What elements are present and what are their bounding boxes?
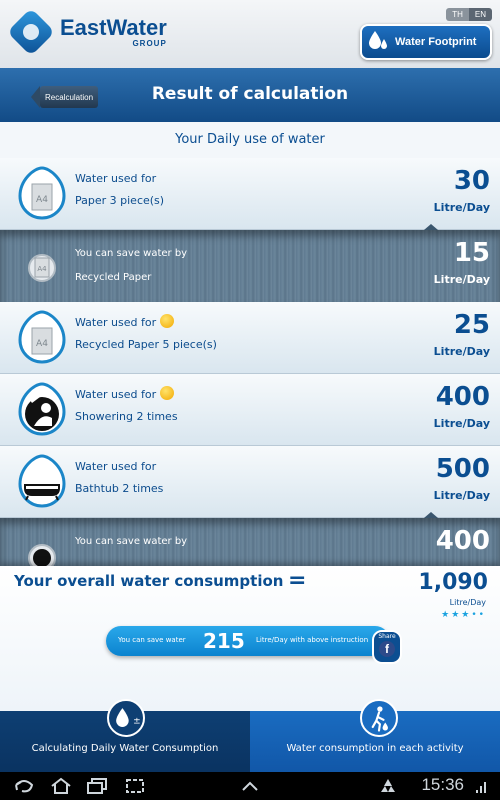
savings-banner: You can save water 215 Litre/Day with ab…	[106, 626, 390, 656]
paper-a4-icon: A4	[18, 310, 66, 364]
row-caption: You can save water by	[75, 248, 188, 259]
savings-suffix: Litre/Day with above instruction	[256, 636, 369, 644]
overall-summary: Your overall water consumption = 1,090 L…	[0, 566, 500, 711]
lang-en[interactable]: EN	[468, 8, 492, 21]
share-facebook-button[interactable]: Share f	[372, 630, 402, 664]
water-drop-logo-icon	[6, 7, 56, 57]
row-value: 30	[453, 166, 490, 196]
savings-prefix: You can save water	[118, 636, 186, 644]
paper-a4-icon: A4	[18, 166, 66, 220]
shower-icon	[28, 544, 56, 566]
overall-label: Your overall water consumption	[14, 572, 284, 590]
recent-apps-icon[interactable]	[86, 777, 108, 795]
page-title: Result of calculation	[151, 84, 349, 104]
eastwater-logo: EastWater GROUP	[6, 7, 167, 57]
row-caption: Water used for	[75, 460, 157, 473]
shower-icon	[18, 382, 66, 436]
row-activity: Recycled Paper 5 piece(s)	[75, 338, 217, 351]
bottom-tab-bar: ± Calculating Daily Water Consumption Wa…	[0, 699, 500, 772]
row-unit: Litre/Day	[433, 345, 490, 358]
equals-sign: =	[288, 568, 307, 593]
svg-text:±: ±	[133, 716, 141, 726]
svg-text:A4: A4	[37, 265, 47, 273]
row-caption: Water used for	[75, 314, 175, 330]
row-value: 400	[435, 526, 490, 556]
result-list[interactable]: A4 Water used for Paper 3 piece(s) 30 Li…	[0, 158, 500, 566]
chevron-up-icon[interactable]	[240, 777, 260, 795]
water-footprint-label: Water Footprint	[395, 36, 477, 48]
wifi-signal-icon	[476, 782, 486, 793]
row-caption: Water used for	[75, 386, 175, 402]
share-label: Share	[378, 633, 396, 640]
row-value: 25	[453, 310, 490, 340]
result-row-bathtub[interactable]: Water used for Bathtub 2 times 500 Litre…	[0, 446, 500, 518]
brand-sub: GROUP	[132, 38, 167, 48]
row-activity: Bathtub 2 times	[75, 482, 164, 495]
result-row-paper[interactable]: A4 Water used for Paper 3 piece(s) 30 Li…	[0, 158, 500, 230]
svg-text:A4: A4	[36, 195, 48, 205]
row-caption: Water used for	[75, 172, 157, 185]
row-activity: Recycled Paper	[75, 272, 152, 283]
smiley-icon	[160, 314, 175, 328]
row-activity: Showering 2 times	[75, 410, 178, 423]
row-unit: Litre/Day	[433, 417, 490, 430]
water-footprint-button[interactable]: Water Footprint	[360, 24, 492, 60]
row-caption-text: Water used for	[75, 388, 157, 401]
result-row-showering[interactable]: Water used for Showering 2 times 400 Lit…	[0, 374, 500, 446]
row-unit: Litre/Day	[433, 489, 490, 502]
svg-text:A4: A4	[36, 339, 48, 349]
saving-row-shower[interactable]: You can save water by 400	[0, 518, 500, 566]
row-caption: You can save water by	[75, 536, 188, 547]
row-value: 15	[453, 238, 490, 268]
result-row-recycled-paper[interactable]: A4 Water used for Recycled Paper 5 piece…	[0, 302, 500, 374]
smiley-icon	[160, 386, 175, 400]
tab-label: Calculating Daily Water Consumption	[31, 743, 219, 754]
row-activity: Paper 3 piece(s)	[75, 194, 165, 207]
back-icon[interactable]	[12, 777, 36, 795]
overall-value: 1,090	[418, 570, 488, 595]
row-value: 400	[435, 382, 490, 412]
system-navigation-bar: 15:36	[0, 772, 500, 800]
row-value: 500	[435, 454, 490, 484]
recycle-icon	[381, 779, 395, 792]
water-drops-icon	[369, 31, 387, 49]
language-switch[interactable]: TH EN	[446, 8, 492, 21]
row-unit: Litre/Day	[433, 273, 490, 286]
saving-row-recycled-paper[interactable]: A4 You can save water by Recycled Paper …	[0, 230, 500, 302]
bathtub-icon	[18, 454, 66, 508]
brand-name: EastWater	[60, 14, 167, 40]
screenshot-icon[interactable]	[124, 777, 146, 795]
row-caption-text: Water used for	[75, 316, 157, 329]
facebook-icon: f	[379, 641, 395, 657]
paper-a4-icon: A4	[28, 254, 56, 282]
overall-unit: Litre/Day	[449, 598, 486, 607]
rating-stars: ★★★••	[441, 610, 486, 620]
app-header: EastWater GROUP TH EN Water Footprint	[0, 0, 500, 68]
tab-label: Water consumption in each activity	[286, 743, 464, 754]
walking-person-icon	[360, 699, 398, 737]
tab-each-activity[interactable]: Water consumption in each activity	[250, 699, 500, 772]
lang-th[interactable]: TH	[446, 8, 469, 21]
title-bar: Recalculation Result of calculation	[0, 68, 500, 122]
savings-value: 215	[203, 629, 245, 653]
status-clock: 15:36	[421, 775, 464, 794]
section-subtitle: Your Daily use of water	[0, 122, 500, 158]
tab-calculating-daily[interactable]: ± Calculating Daily Water Consumption	[0, 699, 250, 772]
water-drop-plus-minus-icon: ±	[107, 699, 145, 737]
row-unit: Litre/Day	[433, 201, 490, 214]
home-icon[interactable]	[50, 777, 72, 795]
